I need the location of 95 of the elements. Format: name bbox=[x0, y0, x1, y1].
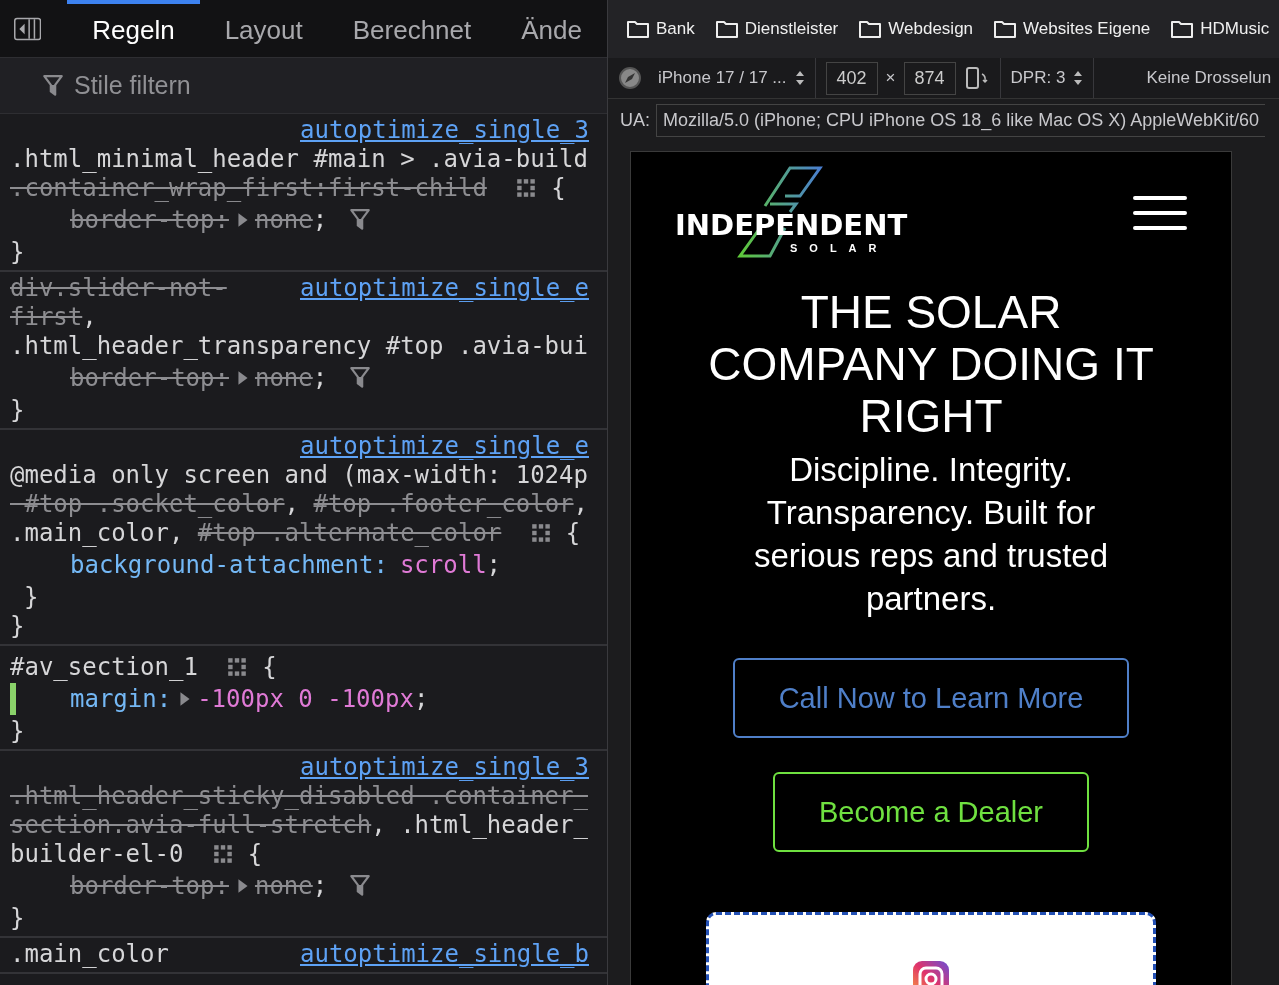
css-value[interactable]: none bbox=[254, 205, 313, 234]
css-property[interactable]: border-top: bbox=[70, 363, 229, 392]
device-select[interactable]: iPhone 17 / 17 ... bbox=[658, 68, 787, 88]
semicolon: ; bbox=[312, 205, 328, 234]
menu-icon[interactable] bbox=[1133, 195, 1187, 231]
media-query: @media only screen and (max-width: 1024p bbox=[10, 461, 588, 489]
compass-icon bbox=[618, 66, 642, 90]
css-selector: section.avia-full-stretch bbox=[10, 811, 372, 839]
source-link[interactable]: autoptimize_single_e bbox=[300, 274, 589, 302]
css-selector: .html_header_transparency #top .avia-bui bbox=[10, 332, 588, 360]
css-selector: .main_color bbox=[10, 519, 169, 547]
user-agent-field[interactable]: Mozilla/5.0 (iPhone; CPU iPhone OS 18_6 like Mac OS X) AppleWebKit/60 bbox=[656, 103, 1265, 137]
stepper-icon[interactable] bbox=[1073, 70, 1084, 86]
semicolon: ; bbox=[413, 684, 429, 713]
folder-icon bbox=[714, 19, 739, 39]
grid-icon[interactable] bbox=[515, 177, 538, 199]
css-selector: #top .alternate_color bbox=[197, 519, 502, 547]
bookmark-folder[interactable]: Dienstleister bbox=[714, 19, 839, 39]
expand-triangle-icon[interactable] bbox=[236, 369, 249, 386]
css-value[interactable]: none bbox=[254, 363, 313, 392]
filter-property-icon bbox=[349, 873, 372, 898]
bookmark-folder[interactable]: Websites Eigene bbox=[993, 19, 1151, 39]
ua-label: UA: bbox=[620, 109, 650, 131]
css-value[interactable]: none bbox=[254, 871, 313, 900]
css-property[interactable]: border-top: bbox=[70, 205, 229, 234]
height-field[interactable]: 874 bbox=[903, 61, 956, 95]
close-brace: } bbox=[10, 396, 25, 424]
semicolon: ; bbox=[312, 363, 328, 392]
cta-button[interactable]: Call Now to Learn More bbox=[732, 658, 1130, 738]
semicolon: ; bbox=[486, 550, 502, 579]
open-brace: { bbox=[247, 840, 263, 868]
folder-icon bbox=[1170, 19, 1195, 39]
close-brace: } bbox=[10, 238, 25, 266]
close-brace: } bbox=[10, 612, 25, 640]
logo-text: INDEPENDENT bbox=[675, 207, 908, 242]
filter-icon bbox=[42, 73, 64, 98]
bookmark-folder[interactable]: HDMusic bbox=[1170, 19, 1270, 39]
bookmark-folder[interactable]: Bank bbox=[626, 19, 695, 39]
source-link[interactable]: autoptimize_single_b bbox=[300, 940, 589, 968]
css-selector: #top .footer_color bbox=[313, 490, 574, 518]
css-property[interactable]: margin: bbox=[70, 684, 172, 713]
source-link[interactable]: autoptimize_single_e bbox=[300, 432, 589, 460]
folder-icon bbox=[993, 19, 1018, 39]
css-selector: , bbox=[82, 303, 97, 331]
grid-icon[interactable] bbox=[529, 522, 552, 544]
logo-tagline: SOLAR bbox=[790, 241, 889, 254]
close-brace: } bbox=[10, 904, 25, 932]
open-brace: { bbox=[565, 519, 581, 547]
open-brace: { bbox=[262, 653, 277, 681]
css-selector: builder-el-0 bbox=[10, 840, 184, 868]
css-value[interactable]: -100px 0 -100px bbox=[197, 684, 414, 713]
css-selector: , .html_header_ bbox=[371, 811, 588, 839]
css-selector: div.slider-not- bbox=[10, 274, 227, 302]
expand-triangle-icon[interactable] bbox=[179, 690, 192, 707]
panel-tab[interactable]: Layout bbox=[199, 0, 328, 57]
filter-field[interactable]: Stile filtern bbox=[0, 58, 607, 114]
width-field[interactable]: 402 bbox=[825, 61, 878, 95]
open-brace: { bbox=[551, 174, 566, 202]
times-sign: × bbox=[885, 68, 896, 88]
folder-icon bbox=[626, 19, 650, 39]
expand-triangle-icon[interactable] bbox=[236, 211, 249, 228]
source-link[interactable]: autoptimize_single_3 bbox=[300, 753, 589, 781]
css-selector: .main_color bbox=[10, 940, 169, 968]
close-brace: } bbox=[10, 717, 25, 745]
filter-property-icon bbox=[349, 365, 372, 390]
bookmark-folder[interactable]: Webdesign bbox=[858, 19, 974, 39]
css-value[interactable]: scroll bbox=[399, 550, 487, 579]
css-selector: , bbox=[284, 490, 300, 518]
semicolon: ; bbox=[312, 871, 328, 900]
css-property[interactable]: background-attachment: bbox=[70, 550, 388, 579]
css-selector: .container_wrap_first:first-child bbox=[10, 174, 487, 202]
css-property[interactable]: border-top: bbox=[70, 871, 229, 900]
rotate-device-icon[interactable] bbox=[963, 66, 990, 90]
filter-property-icon bbox=[349, 207, 372, 232]
css-selector: #av_section_1 bbox=[10, 653, 198, 681]
subheadline: Discipline. Integrity. Transparency. Built for serious reps and trusted partners. bbox=[753, 450, 1109, 619]
css-selector: , bbox=[573, 490, 588, 518]
grid-icon[interactable] bbox=[211, 843, 234, 865]
css-selector: .html_minimal_header #main > .avia-build bbox=[10, 145, 588, 173]
grid-icon[interactable] bbox=[226, 656, 249, 678]
source-link[interactable]: autoptimize_single_3 bbox=[300, 116, 589, 144]
stepper-icon[interactable] bbox=[794, 70, 805, 86]
css-selector: first bbox=[10, 303, 83, 331]
css-selector: .html_header_sticky_disabled .container_ bbox=[10, 782, 588, 810]
folder-icon bbox=[858, 19, 883, 39]
throttle-select[interactable]: Keine Drosselun bbox=[1146, 68, 1272, 88]
expand-triangle-icon[interactable] bbox=[236, 877, 249, 894]
close-brace: } bbox=[24, 583, 39, 611]
filter-input[interactable]: Stile filtern bbox=[72, 70, 476, 101]
panel-tab[interactable]: Berechnet bbox=[327, 0, 497, 57]
dpr-select[interactable]: DPR: 3 bbox=[1010, 68, 1066, 88]
headline: THE SOLAR COMPANY DOING IT RIGHT bbox=[707, 286, 1155, 442]
cta-button[interactable]: Become a Dealer bbox=[772, 772, 1090, 852]
panel-tab[interactable]: Ände bbox=[496, 0, 607, 57]
css-selector: , bbox=[168, 519, 185, 547]
